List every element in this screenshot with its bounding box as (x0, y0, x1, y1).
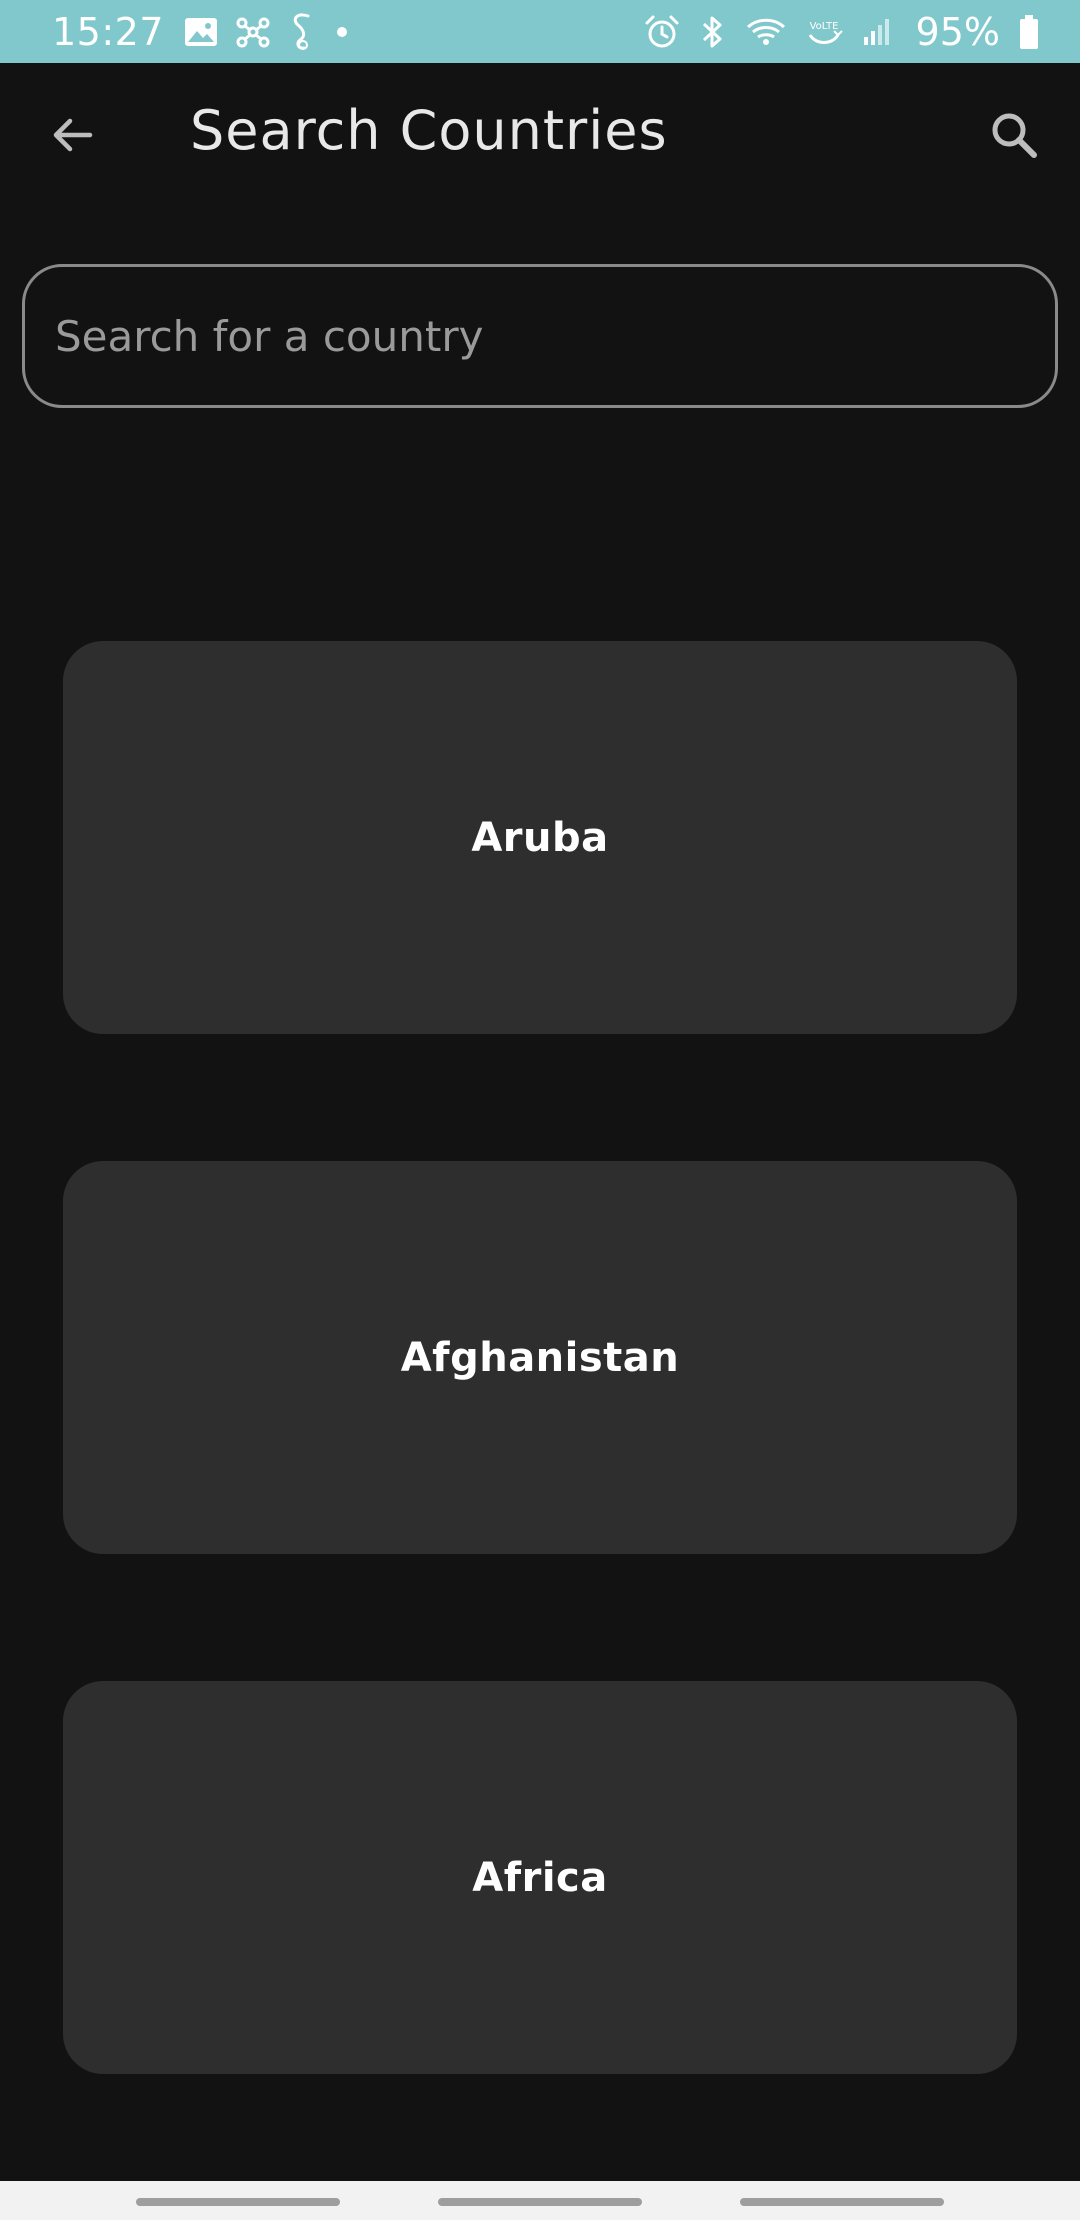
country-card-aruba[interactable]: Aruba (63, 641, 1017, 1034)
volte-icon: VoLTE (804, 15, 844, 49)
status-time: 15:27 (52, 9, 165, 54)
s-health-icon (288, 12, 314, 52)
battery-icon (1018, 14, 1040, 50)
nav-home-handle[interactable] (438, 2198, 642, 2206)
nav-recents-handle[interactable] (136, 2198, 340, 2206)
network-share-icon (236, 15, 270, 49)
country-card-afghanistan[interactable]: Afghanistan (63, 1161, 1017, 1554)
page-title: Search Countries (190, 99, 668, 162)
gallery-icon (184, 17, 218, 47)
app-bar: Search Countries (0, 63, 1080, 209)
status-right-icons: VoLTE 95% (644, 10, 1040, 54)
country-name: Aruba (471, 814, 609, 861)
wifi-icon (746, 16, 786, 48)
search-icon (992, 113, 1037, 158)
alarm-icon (644, 14, 680, 50)
status-bar: 15:27 VoLTE 95% (0, 0, 1080, 63)
search-button[interactable] (982, 103, 1046, 167)
volte-label: VoLTE (809, 21, 838, 32)
signal-icon (862, 17, 892, 47)
search-input[interactable] (22, 264, 1058, 408)
arrow-back-icon (53, 118, 93, 152)
back-button[interactable] (40, 103, 104, 167)
battery-percentage: 95% (915, 9, 1000, 54)
country-name: Africa (472, 1854, 608, 1901)
navigation-bar (0, 2181, 1080, 2220)
country-name: Afghanistan (400, 1334, 680, 1381)
screen: 15:27 VoLTE 95% Search Countries Search … (0, 0, 1080, 2220)
nav-back-handle[interactable] (740, 2198, 944, 2206)
country-card-africa[interactable]: Africa (63, 1681, 1017, 2074)
status-left-icons (184, 12, 352, 52)
notification-dot-icon (332, 22, 352, 42)
bluetooth-icon (698, 14, 728, 50)
